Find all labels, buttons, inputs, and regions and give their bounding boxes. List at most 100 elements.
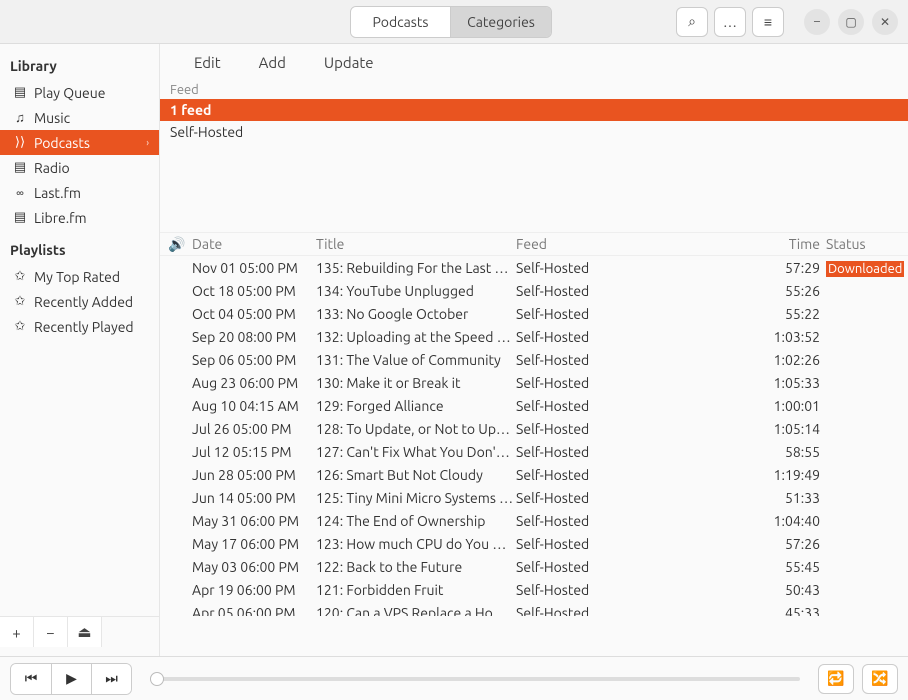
search-button[interactable]: ⌕ — [676, 7, 708, 37]
episode-feed: Self-Hosted — [516, 421, 756, 437]
sidebar-playlist-recently-played[interactable]: ✩Recently Played — [0, 314, 159, 339]
sidebar-playlist-recently-added[interactable]: ✩Recently Added — [0, 289, 159, 314]
episode-date: Apr 19 06:00 PM — [188, 582, 316, 598]
feed-column-header[interactable]: Feed — [160, 81, 908, 99]
episode-title: 122: Back to the Future — [316, 559, 516, 575]
sidebar-item-radio[interactable]: ▤Radio — [0, 155, 159, 180]
column-time[interactable]: Time — [756, 236, 820, 252]
window-close-button[interactable]: ✕ — [872, 9, 898, 35]
playlist-add-button[interactable]: + — [0, 617, 34, 647]
minimize-icon: – — [814, 15, 820, 28]
episode-list[interactable]: Nov 01 05:00 PM135: Rebuilding For the L… — [160, 256, 908, 616]
episode-title: 131: The Value of Community — [316, 352, 516, 368]
column-feed[interactable]: Feed — [516, 236, 756, 252]
episode-time: 55:45 — [756, 559, 820, 575]
episode-title: 124: The End of Ownership — [316, 513, 516, 529]
episode-row[interactable]: May 17 06:00 PM123: How much CPU do You … — [160, 532, 908, 555]
episode-time: 51:33 — [756, 490, 820, 506]
episode-time: 1:04:40 — [756, 513, 820, 529]
sidebar-icon: ▤ — [12, 210, 28, 225]
episode-time: 50:43 — [756, 582, 820, 598]
sidebar-item-label: Radio — [34, 160, 70, 176]
episode-feed: Self-Hosted — [516, 375, 756, 391]
episode-row[interactable]: Aug 23 06:00 PM130: Make it or Break itS… — [160, 371, 908, 394]
shuffle-button[interactable]: 🔀 — [862, 664, 898, 694]
tab-podcasts[interactable]: Podcasts — [351, 7, 451, 37]
search-icon: ⌕ — [688, 13, 696, 30]
skip-back-icon: ⏮ — [25, 670, 38, 686]
episode-row[interactable]: Jun 14 05:00 PM125: Tiny Mini Micro Syst… — [160, 486, 908, 509]
episode-row[interactable]: Aug 10 04:15 AM129: Forged AllianceSelf-… — [160, 394, 908, 417]
episode-feed: Self-Hosted — [516, 559, 756, 575]
sidebar-item-play-queue[interactable]: ▤Play Queue — [0, 80, 159, 105]
episode-row[interactable]: Jul 26 05:00 PM128: To Update, or Not to… — [160, 417, 908, 440]
episode-row[interactable]: Apr 19 06:00 PM121: Forbidden FruitSelf-… — [160, 578, 908, 601]
feed-row[interactable]: 1 feed — [160, 99, 908, 121]
play-button[interactable]: ▶ — [51, 664, 91, 694]
more-icon: … — [723, 14, 737, 30]
sidebar-item-podcasts[interactable]: ⟩⟩ Podcasts › — [0, 130, 159, 155]
playlist-remove-button[interactable]: − — [34, 617, 68, 647]
column-title[interactable]: Title — [316, 236, 516, 252]
previous-button[interactable]: ⏮ — [11, 664, 51, 694]
episode-date: Jul 26 05:00 PM — [188, 421, 316, 437]
episode-date: Apr 05 06:00 PM — [188, 605, 316, 617]
episode-row[interactable]: Oct 18 05:00 PM134: YouTube UnpluggedSel… — [160, 279, 908, 302]
episode-row[interactable]: May 03 06:00 PM122: Back to the FutureSe… — [160, 555, 908, 578]
episode-row[interactable]: Oct 04 05:00 PM133: No Google OctoberSel… — [160, 302, 908, 325]
next-button[interactable]: ⏭ — [91, 664, 131, 694]
episode-date: May 31 06:00 PM — [188, 513, 316, 529]
episode-feed: Self-Hosted — [516, 283, 756, 299]
sidebar-heading-playlists: Playlists — [0, 236, 159, 264]
menu-button[interactable]: ≡ — [752, 7, 784, 37]
sidebar-item-music[interactable]: ♫Music — [0, 105, 159, 130]
episode-row[interactable]: May 31 06:00 PM124: The End of Ownership… — [160, 509, 908, 532]
podcast-toolbar: Edit Add Update — [160, 44, 908, 81]
column-status[interactable]: Status — [820, 236, 902, 252]
episode-row[interactable]: Jul 12 05:15 PM127: Can't Fix What You D… — [160, 440, 908, 463]
sidebar-icon: ⟩⟩ — [12, 135, 28, 150]
episode-time: 1:05:14 — [756, 421, 820, 437]
eject-button[interactable]: ⏏ — [68, 617, 102, 647]
episode-feed: Self-Hosted — [516, 352, 756, 368]
sidebar-item-label: Podcasts — [34, 135, 90, 151]
toolbar-edit-button[interactable]: Edit — [194, 54, 221, 71]
progress-slider[interactable] — [150, 677, 800, 681]
episode-row[interactable]: Sep 06 05:00 PM131: The Value of Communi… — [160, 348, 908, 371]
tab-categories[interactable]: Categories — [451, 7, 551, 37]
episode-date: Sep 06 05:00 PM — [188, 352, 316, 368]
sidebar-item-last-fm[interactable]: ∞Last.fm — [0, 180, 159, 205]
episode-row[interactable]: Jun 28 05:00 PM126: Smart But Not Cloudy… — [160, 463, 908, 486]
chevron-right-icon: › — [146, 137, 149, 148]
feed-row[interactable]: Self-Hosted — [160, 121, 908, 143]
episode-title: 121: Forbidden Fruit — [316, 582, 516, 598]
episode-row[interactable]: Apr 05 06:00 PM120: Can a VPS Replace a … — [160, 601, 908, 616]
sidebar-item-label: Music — [34, 110, 70, 126]
sidebar-item-libre-fm[interactable]: ▤Libre.fm — [0, 205, 159, 230]
more-button[interactable]: … — [714, 7, 746, 37]
episode-date: Aug 10 04:15 AM — [188, 398, 316, 414]
episode-title: 134: YouTube Unplugged — [316, 283, 516, 299]
toolbar-add-button[interactable]: Add — [259, 54, 286, 71]
episode-date: Jun 14 05:00 PM — [188, 490, 316, 506]
episode-title: 123: How much CPU do You … — [316, 536, 516, 552]
toolbar-update-button[interactable]: Update — [324, 54, 374, 71]
sidebar-playlist-my-top-rated[interactable]: ✩My Top Rated — [0, 264, 159, 289]
window-maximize-button[interactable]: ▢ — [838, 9, 864, 35]
episode-date: Jul 12 05:15 PM — [188, 444, 316, 460]
column-date[interactable]: Date — [188, 236, 316, 252]
episode-row[interactable]: Nov 01 05:00 PM135: Rebuilding For the L… — [160, 256, 908, 279]
sidebar-icon: ∞ — [12, 186, 28, 200]
episode-feed: Self-Hosted — [516, 605, 756, 617]
episode-row[interactable]: Sep 20 08:00 PM132: Uploading at the Spe… — [160, 325, 908, 348]
window-minimize-button[interactable]: – — [804, 9, 830, 35]
status-badge: Downloaded — [826, 261, 904, 277]
column-speaker[interactable]: 🔊 — [166, 236, 188, 253]
sidebar: Library ▤Play Queue♫Music⟩⟩Podcasts›▤Rad… — [0, 44, 160, 616]
episode-feed: Self-Hosted — [516, 329, 756, 345]
episode-time: 58:55 — [756, 444, 820, 460]
progress-knob[interactable] — [150, 672, 164, 686]
repeat-button[interactable]: 🔁 — [818, 664, 854, 694]
episode-title: 125: Tiny Mini Micro Systems … — [316, 490, 516, 506]
episode-time: 45:33 — [756, 605, 820, 617]
